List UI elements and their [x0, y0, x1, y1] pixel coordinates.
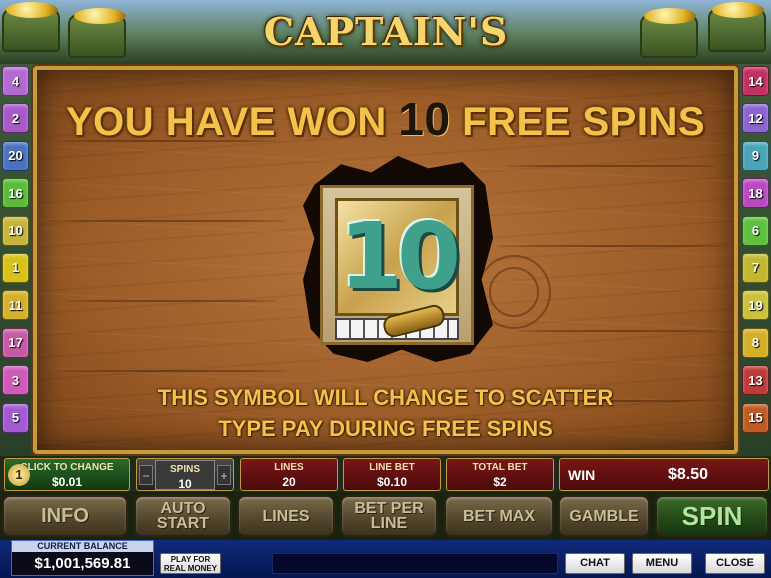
action-button-row: INFO AUTO START LINES BET PER LINE BET M… — [0, 492, 771, 540]
gold-coins-image — [74, 8, 126, 24]
payline-badges-left: 4 2 20 16 10 1 11 17 3 5 — [2, 66, 29, 440]
wood-grain — [507, 165, 717, 167]
payline-badge-right[interactable]: 12 — [742, 103, 769, 134]
payline-badge-left[interactable]: 2 — [2, 103, 29, 134]
free-spins-count: 10 — [398, 93, 451, 145]
win-label: WIN — [568, 467, 596, 483]
payline-badge-right[interactable]: 14 — [742, 66, 769, 96]
spins-field: − SPINS 10 + — [136, 458, 234, 491]
win-suffix: FREE SPINS — [462, 100, 706, 144]
spins-label: SPINS — [169, 464, 200, 475]
payline-badge-right[interactable]: 15 — [742, 402, 769, 433]
status-bar — [272, 553, 558, 574]
payline-badge-left[interactable]: 4 — [2, 66, 29, 96]
payline-badge-left[interactable]: 1 — [2, 252, 29, 283]
line-bet-value: $0.10 — [376, 475, 408, 489]
payline-badge-right[interactable]: 13 — [742, 365, 769, 396]
chat-button[interactable]: CHAT — [565, 553, 625, 574]
coin-icon[interactable]: 1 — [8, 464, 30, 486]
balance-value: $1,001,569.81 — [34, 555, 131, 572]
total-bet-label: TOTAL BET — [472, 462, 528, 473]
symbol-face: 10 — [335, 198, 461, 316]
bet-max-button[interactable]: BET MAX — [444, 495, 554, 537]
gold-coins-image — [6, 2, 58, 18]
payline-badge-left[interactable]: 20 — [2, 140, 29, 171]
free-spins-panel: YOU HAVE WON 10 FREE SPINS 10 THIS SYMBO… — [33, 66, 738, 454]
coin-value-selector[interactable]: 1 CLICK TO CHANGE $0.01 — [4, 458, 130, 491]
payline-badge-left[interactable]: 3 — [2, 365, 29, 396]
auto-start-button[interactable]: AUTO START — [134, 495, 232, 537]
game-title: CAPTAIN'S TREASURE — [262, 9, 509, 106]
symbol-value: 10 — [338, 203, 461, 310]
payline-badge-left[interactable]: 5 — [2, 402, 29, 433]
spins-decrease-button[interactable]: − — [139, 465, 153, 485]
payline-badge-left[interactable]: 16 — [2, 178, 29, 209]
close-button[interactable]: CLOSE — [705, 553, 765, 574]
menu-button[interactable]: MENU — [632, 553, 692, 574]
line-bet-field: LINE BET $0.10 — [343, 458, 441, 491]
payline-badge-left[interactable]: 11 — [2, 290, 29, 321]
wood-knot — [489, 267, 539, 317]
footer-bar: CURRENT BALANCE $1,001,569.81 PLAY FOR R… — [0, 540, 771, 578]
payline-badge-left[interactable]: 10 — [2, 215, 29, 246]
scatter-symbol: 10 — [320, 185, 474, 345]
game-stage: CAPTAIN'S TREASURE 422016101111735 14129… — [0, 0, 771, 578]
spins-increase-button[interactable]: + — [217, 465, 231, 485]
wood-grain — [497, 245, 727, 247]
win-value: $8.50 — [667, 466, 708, 483]
scatter-info-message: THIS SYMBOL WILL CHANGE TO SCATTER TYPE … — [37, 382, 734, 444]
gold-coins-image — [712, 2, 764, 18]
payline-badge-right[interactable]: 7 — [742, 252, 769, 283]
lines-field: LINES 20 — [240, 458, 338, 491]
payline-badge-right[interactable]: 19 — [742, 290, 769, 321]
wood-grain — [67, 300, 277, 302]
wood-grain — [47, 220, 287, 222]
lines-label: LINES — [274, 462, 304, 473]
win-prefix: YOU HAVE WON — [65, 100, 387, 144]
gamble-button[interactable]: GAMBLE — [558, 495, 650, 537]
win-field: WIN $8.50 — [559, 458, 769, 491]
spins-value: 10 — [178, 477, 192, 491]
scatter-line-1: THIS SYMBOL WILL CHANGE TO SCATTER — [157, 385, 614, 410]
payline-badges-right: 14 12 9 18 6 7 19 8 13 15 — [742, 66, 769, 440]
line-bet-label: LINE BET — [369, 462, 415, 473]
play-for-real-money-button[interactable]: PLAY FOR REAL MONEY — [160, 553, 221, 574]
current-balance: CURRENT BALANCE $1,001,569.81 — [11, 540, 154, 576]
game-header: CAPTAIN'S TREASURE — [0, 0, 771, 106]
payline-badge-right[interactable]: 8 — [742, 327, 769, 358]
balance-label: CURRENT BALANCE — [12, 541, 153, 552]
total-bet-value: $2 — [493, 475, 507, 489]
wood-grain — [57, 370, 287, 372]
scatter-line-2: TYPE PAY DURING FREE SPINS — [218, 416, 553, 441]
spin-button[interactable]: SPIN — [655, 495, 769, 537]
spins-display: SPINS 10 — [155, 460, 215, 491]
payline-badge-right[interactable]: 18 — [742, 178, 769, 209]
wood-grain — [517, 330, 717, 332]
bet-per-line-button[interactable]: BET PER LINE — [340, 495, 438, 537]
payline-badge-right[interactable]: 9 — [742, 140, 769, 171]
info-button[interactable]: INFO — [2, 495, 128, 537]
total-bet-field: TOTAL BET $2 — [446, 458, 554, 491]
lines-value: 20 — [282, 475, 296, 489]
free-spins-won-message: YOU HAVE WON 10 FREE SPINS — [37, 92, 734, 146]
lines-button[interactable]: LINES — [237, 495, 335, 537]
bet-info-row: 1 CLICK TO CHANGE $0.01 − SPINS 10 + LIN… — [0, 456, 771, 492]
payline-badge-right[interactable]: 6 — [742, 215, 769, 246]
payline-badge-left[interactable]: 17 — [2, 327, 29, 358]
gold-coins-image — [644, 8, 696, 24]
